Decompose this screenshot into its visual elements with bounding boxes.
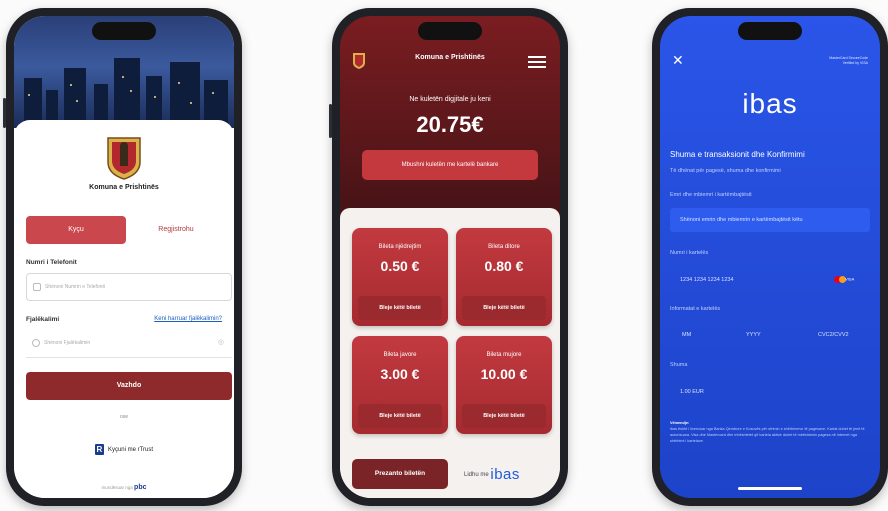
city-light [190, 102, 192, 104]
ticket-price: 0.80 € [484, 258, 524, 274]
verified-by-visa: Verified by VISA [842, 61, 868, 65]
amount-label: Shuma [670, 362, 688, 368]
city-light [76, 100, 78, 102]
menu-icon[interactable] [528, 56, 546, 68]
tab-login[interactable]: Kyçu [26, 216, 126, 244]
password-label: Fjalëkalimi [26, 316, 60, 323]
phone-notch [418, 22, 482, 40]
login-screen: Komuna e Prishtinës Kyçu Regjistrohu Num… [14, 16, 234, 498]
password-input[interactable]: Shënoni Fjalëkalimin ◎ [26, 330, 232, 358]
tab-register[interactable]: Regjistrohu [130, 216, 222, 244]
buy-ticket-button[interactable]: Bleje këtë biletë [462, 296, 546, 320]
ticket-name: Bileta njëdrejtim [378, 244, 422, 250]
password-placeholder: Shënoni Fjalëkalimin [44, 340, 91, 346]
phone-placeholder: Shënoni Numrin e Telefonit [45, 284, 105, 290]
city-light [212, 92, 214, 94]
ibas-logo: ibas [490, 466, 520, 483]
phone-payment: ✕ MasterCard SecureCode Verified by VISA… [652, 8, 888, 506]
city-light [122, 76, 124, 78]
phone-label: Numri i Telefonit [26, 259, 77, 266]
ticket-price: 3.00 € [380, 366, 420, 382]
ibas-logo: ibas [742, 88, 798, 119]
auth-tabs: Kyçu Regjistrohu [26, 216, 222, 244]
ticket-card: Bileta javore 3.00 € Bleje këtë biletë [352, 336, 448, 434]
municipality-title: Komuna e Prishtinës [415, 54, 485, 61]
payment-screen: ✕ MasterCard SecureCode Verified by VISA… [660, 16, 880, 498]
lock-icon [32, 339, 40, 347]
card-brands: MasterCard SecureCode Verified by VISA [829, 56, 868, 66]
notice-text: ibas është i licencuar nga Banka Qendror… [670, 427, 865, 443]
ticket-name: Bileta mujore [486, 352, 522, 358]
link-ibas-label: Lidhu me [464, 472, 489, 479]
screenshot-stage: Komuna e Prishtinës Kyçu Regjistrohu Num… [0, 0, 888, 511]
ticket-price: 0.50 € [380, 258, 420, 274]
buy-ticket-button[interactable]: Bleje këtë biletë [358, 404, 442, 428]
amount-value: 1.00 EUR [680, 389, 704, 395]
wallet-balance: 20.75€ [416, 112, 484, 137]
forgot-password-link[interactable]: Keni harruar fjalëkalimin? [154, 316, 222, 322]
card-type: VISA [845, 276, 855, 282]
city-light [154, 96, 156, 98]
rtrust-label: Kyçuni me rTrust [107, 447, 154, 454]
ticket-card: Bileta njëdrejtim 0.50 € Bleje këtë bile… [352, 228, 448, 326]
card-number-label: Numri i kartelës [670, 250, 709, 256]
phone-input[interactable]: Shënoni Numrin e Telefonit [26, 273, 232, 301]
prishtina-crest-icon [107, 137, 141, 180]
continue-button[interactable]: Vazhdo [26, 372, 232, 400]
city-building [64, 68, 86, 128]
buy-ticket-button[interactable]: Bleje këtë biletë [358, 296, 442, 320]
phone-side-button [3, 98, 6, 128]
or-divider: ose [119, 414, 129, 420]
buy-ticket-button[interactable]: Bleje këtë biletë [462, 404, 546, 428]
rtrust-icon: R [94, 444, 104, 455]
city-building [114, 58, 140, 128]
wallet-screen: Komuna e Prishtinës Ne kuletën digjitale… [340, 16, 560, 498]
notice: Vëmendje: ibas është i licencuar nga Ban… [670, 420, 870, 444]
ticket-card: Bileta ditore 0.80 € Bleje këtë biletë [456, 228, 552, 326]
powered-by-text: mundësuar nga [101, 485, 133, 490]
mastercard-icon: VISA [834, 276, 858, 284]
cvc-input[interactable]: CVC2/CVV2 [818, 332, 849, 338]
pbc-logo: pbc [134, 484, 147, 491]
phone-side-button [329, 104, 332, 138]
phone-icon [33, 283, 41, 291]
close-icon[interactable]: ✕ [672, 52, 684, 69]
ticket-price: 10.00 € [480, 366, 528, 382]
phone-login: Komuna e Prishtinës Kyçu Regjistrohu Num… [3, 8, 242, 506]
city-building [170, 62, 200, 128]
ticket-name: Bileta javore [383, 352, 417, 358]
present-ticket-button[interactable]: Prezanto biletën [352, 459, 448, 489]
ticket-card: Bileta mujore 10.00 € Bleje këtë biletë [456, 336, 552, 434]
eye-icon[interactable]: ◎ [218, 330, 224, 356]
expiry-year-input[interactable]: YYYY [746, 332, 761, 338]
city-light [70, 84, 72, 86]
cardholder-input[interactable]: Shënoni emrin dhe mbiemrin e kartëmbajtë… [670, 208, 870, 232]
phone-notch [738, 22, 802, 40]
city-light [28, 94, 30, 96]
municipality-title: Komuna e Prishtinës [89, 184, 159, 191]
card-info-label: Informatat e kartelës [670, 306, 721, 312]
city-light [130, 90, 132, 92]
powered-by: mundësuar nga pbc [14, 484, 234, 491]
ticket-name: Bileta ditore [488, 244, 520, 250]
phone-notch [92, 22, 156, 40]
section-intro: Të dhënat për pagesë, shuma dhe konfirmi… [670, 168, 781, 174]
wallet-caption: Ne kuletën digjitale ju keni [409, 96, 491, 103]
expiry-month-input[interactable]: MM [682, 332, 691, 338]
rtrust-login-button[interactable]: R Kyçuni me rTrust [14, 444, 234, 455]
phone-wallet: Komuna e Prishtinës Ne kuletën digjitale… [329, 8, 568, 506]
topup-button[interactable]: Mbushni kuletën me kartelë bankare [362, 150, 538, 180]
cardholder-label: Emri dhe mbiemri i kartëmbajtësit [670, 192, 752, 198]
city-light [178, 82, 180, 84]
section-title: Shuma e transaksionit dhe Konfirmimi [670, 150, 805, 159]
link-ibas[interactable]: Lidhu me ibas [464, 466, 520, 483]
home-indicator [738, 487, 802, 490]
